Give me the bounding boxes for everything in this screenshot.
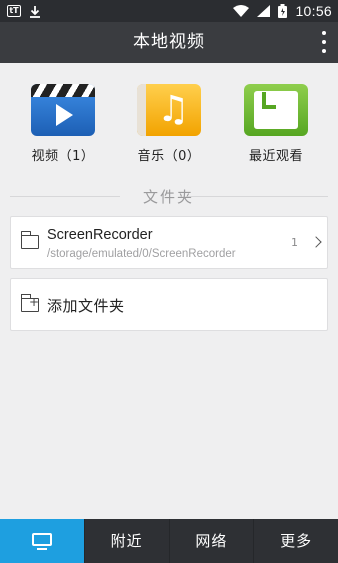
download-icon xyxy=(30,5,40,18)
video-clapper-icon xyxy=(31,84,95,136)
folders-section-header: 文件夹 xyxy=(10,186,328,206)
nav-tab-local[interactable] xyxy=(0,519,84,563)
signal-icon xyxy=(257,5,271,17)
status-bar: tT 10:56 xyxy=(0,0,338,22)
folder-name: ScreenRecorder xyxy=(47,227,153,243)
category-row: 视频（1） ♫ 音乐（0） 最近观看 xyxy=(0,84,338,164)
nav-tab-network[interactable]: 网络 xyxy=(168,519,254,563)
add-folder-button[interactable]: 添加文件夹 xyxy=(10,278,328,331)
music-note-icon: ♫ xyxy=(137,84,201,136)
category-music[interactable]: ♫ 音乐（0） xyxy=(124,84,214,164)
divider-line xyxy=(188,196,328,197)
nav-tab-more[interactable]: 更多 xyxy=(253,519,338,563)
folder-path: /storage/emulated/0/ScreenRecorder xyxy=(47,248,236,260)
tv-icon xyxy=(31,533,52,550)
status-time: 10:56 xyxy=(295,3,332,19)
battery-icon xyxy=(278,4,288,18)
chevron-right-icon xyxy=(310,236,322,248)
recent-clock-icon xyxy=(244,84,308,136)
add-folder-icon xyxy=(20,294,39,312)
title-bar: 本地视频 xyxy=(0,22,338,63)
category-video-label: 视频（1） xyxy=(31,149,95,164)
folder-count: 1 xyxy=(291,236,298,249)
add-folder-label: 添加文件夹 xyxy=(47,297,125,315)
category-video[interactable]: 视频（1） xyxy=(18,84,108,164)
wifi-icon xyxy=(233,5,250,17)
overflow-menu-icon[interactable] xyxy=(320,31,328,53)
section-title: 文件夹 xyxy=(143,188,195,206)
folder-item[interactable]: ScreenRecorder /storage/emulated/0/Scree… xyxy=(10,216,328,269)
folder-icon xyxy=(20,231,39,249)
divider-line xyxy=(10,196,120,197)
page-title: 本地视频 xyxy=(133,32,205,52)
tt-icon: tT xyxy=(7,5,21,17)
category-recent[interactable]: 最近观看 xyxy=(231,84,321,164)
nav-tab-nearby[interactable]: 附近 xyxy=(83,519,169,563)
category-recent-label: 最近观看 xyxy=(248,149,303,164)
bottom-nav: 附近 网络 更多 xyxy=(0,519,338,563)
category-music-label: 音乐（0） xyxy=(137,149,201,164)
